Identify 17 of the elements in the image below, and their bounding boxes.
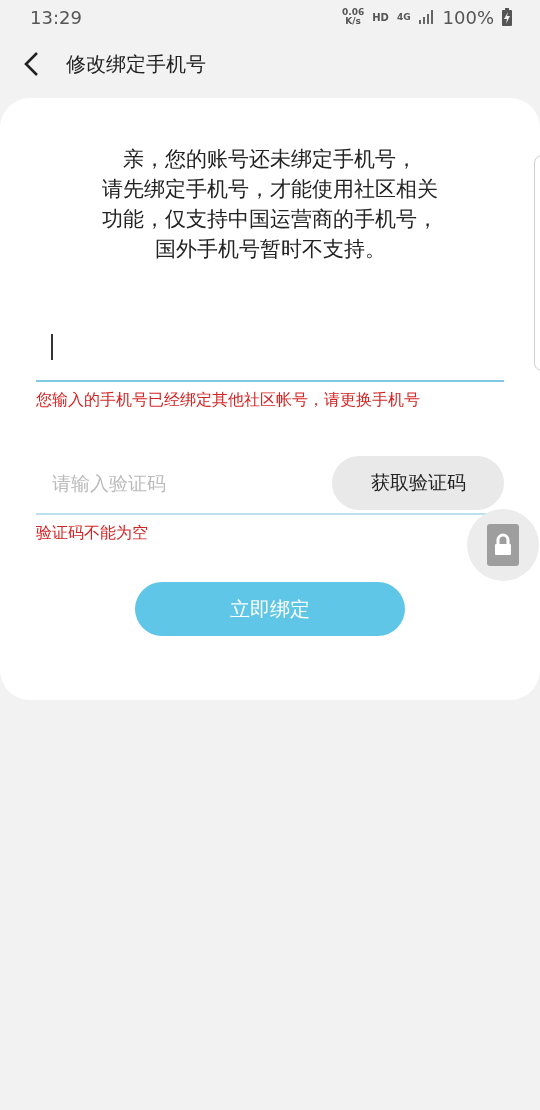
network-speed-unit: K/s: [345, 17, 361, 26]
hd-indicator: HD: [372, 11, 389, 23]
network-type: 4G: [396, 12, 411, 22]
signal-icon: [418, 10, 435, 24]
page-title: 修改绑定手机号: [66, 50, 206, 78]
code-error: 验证码不能为空: [36, 522, 149, 544]
network-speed: 0.06: [342, 8, 365, 17]
notice-line: 功能，仅支持中国运营商的手机号，: [102, 206, 438, 233]
phone-error: 您输入的手机号已经绑定其他社区帐号，请更换手机号: [36, 389, 421, 411]
code-field[interactable]: 请输入验证码: [36, 471, 332, 495]
notice-line: 请先绑定手机号，才能使用社区相关: [102, 176, 438, 203]
notice-line: 亲，您的账号还未绑定手机号，: [123, 146, 417, 173]
status-time: 13:29: [30, 6, 82, 28]
battery-level: 100%: [442, 6, 494, 28]
notice-line: 国外手机号暂时不支持。: [154, 236, 386, 263]
lock-icon: [487, 524, 519, 566]
get-code-button[interactable]: 获取验证码: [332, 456, 504, 510]
